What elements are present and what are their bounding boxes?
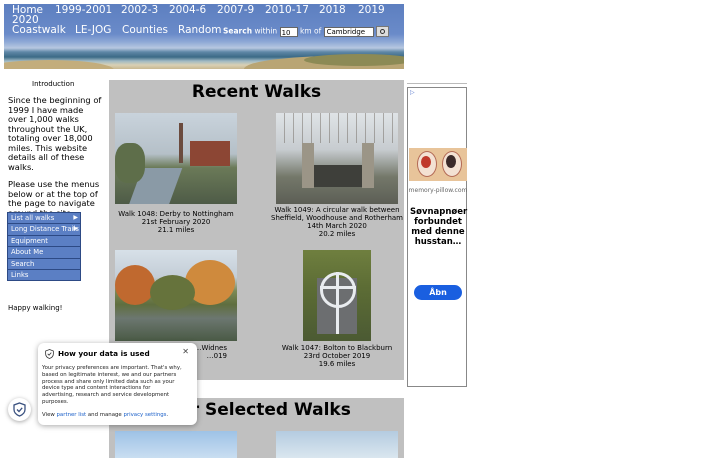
walk-1047-caption[interactable]: Walk 1047: Bolton to Blackburn 23rd Octo…: [271, 344, 403, 368]
privacy-popup: How your data is used ✕ Your privacy pre…: [38, 343, 197, 425]
ad-open-button[interactable]: Åbn: [414, 285, 462, 300]
search-go-button[interactable]: [376, 26, 390, 37]
km-of-label: km of: [299, 26, 322, 36]
happy-walking-text: Happy walking!: [8, 304, 63, 312]
dune-shape: [4, 60, 114, 69]
nav-1999-2001[interactable]: 1999-2001: [55, 4, 112, 16]
walk-miles: 19.6 miles: [318, 360, 356, 368]
intro-paragraph: Since the beginning of 1999 I have made …: [8, 95, 102, 172]
place-input[interactable]: Cambridge: [323, 26, 374, 37]
walk-date: 23rd October 2019: [303, 352, 371, 360]
walk-1049-caption[interactable]: Walk 1049: A circular walk between Sheff…: [271, 206, 403, 238]
search-label: Search: [223, 26, 253, 36]
nav-random[interactable]: Random: [178, 24, 221, 36]
menu-long-distance-trails[interactable]: Long Distance Trails ▶: [8, 224, 80, 236]
ad-headline[interactable]: Søvnapnøer forbundet med denne husstan…: [410, 207, 467, 247]
arrow-right-icon: ▶: [73, 225, 78, 233]
header-banner: Home 1999-2001 2002-3 2004-6 2007-9 2010…: [4, 4, 404, 69]
menu-label: Links: [11, 270, 29, 279]
nav-2007-9[interactable]: 2007-9: [217, 4, 254, 16]
other-walk-photo[interactable]: [276, 431, 398, 458]
ad-divider: [407, 83, 467, 84]
recent-walks-panel: Recent Walks Walk 1048: Derby to Notting…: [109, 80, 404, 380]
privacy-links: View partner list and manage privacy set…: [42, 412, 168, 418]
nav-le-jog[interactable]: LE-JOG: [75, 24, 111, 36]
close-icon[interactable]: ✕: [182, 347, 189, 356]
shield-icon: [13, 402, 26, 417]
menu-label: Equipment: [11, 236, 48, 245]
privacy-title: How your data is used: [58, 349, 150, 358]
nav-2018[interactable]: 2018: [319, 4, 346, 16]
nav-coastwalk[interactable]: Coastwalk: [12, 24, 66, 36]
shield-icon: [45, 349, 54, 359]
menu-label: Long Distance Trails: [11, 225, 79, 234]
radius-select[interactable]: 10: [279, 26, 298, 37]
walk-title: Walk 1047: Bolton to Blackburn: [281, 344, 393, 352]
menu-label: Search: [11, 259, 35, 268]
walk-1049-photo[interactable]: [276, 113, 398, 204]
intro-title: Introduction: [32, 80, 75, 88]
nav-2004-6[interactable]: 2004-6: [169, 4, 206, 16]
menu-label: List all walks: [11, 214, 55, 222]
menu-list-all-walks[interactable]: List all walks ▶: [8, 213, 80, 225]
walk-title: Walk 1048: Derby to Nottingham: [118, 210, 234, 218]
walk-1048-photo[interactable]: [115, 113, 237, 204]
walk-widnes-photo[interactable]: [115, 250, 237, 341]
walk-1047-photo[interactable]: [303, 250, 371, 341]
menu-search[interactable]: Search: [8, 259, 80, 270]
nav-counties[interactable]: Counties: [122, 24, 168, 36]
privacy-body: Your privacy preferences are important. …: [42, 365, 182, 405]
walk-date: 14th March 2020: [307, 222, 367, 230]
intro-text: Since the beginning of 1999 I have made …: [8, 95, 103, 226]
and-manage-label: and manage: [87, 412, 122, 418]
search-within-label: within: [254, 26, 278, 36]
walk-date: 21st February 2020: [141, 218, 211, 226]
menu-label: About Me: [11, 248, 44, 257]
search-bar: Search within 10 km of Cambridge: [223, 26, 390, 37]
view-label: View: [42, 412, 55, 418]
menu-links[interactable]: Links: [8, 270, 80, 280]
menu-about-me[interactable]: About Me: [8, 247, 80, 259]
ad-source: memory-pillow.com: [408, 187, 468, 194]
walk-title: Walk 1049: A circular walk between Sheff…: [271, 206, 403, 222]
recent-walks-title: Recent Walks: [191, 82, 322, 102]
arrow-right-icon: ▶: [73, 214, 78, 221]
grass-shape: [304, 54, 404, 66]
nav-2002-3[interactable]: 2002-3: [121, 4, 158, 16]
menu-equipment[interactable]: Equipment: [8, 236, 80, 248]
nav-2019[interactable]: 2019: [358, 4, 385, 16]
walk-1048-caption[interactable]: Walk 1048: Derby to Nottingham 21st Febr…: [115, 210, 237, 234]
walk-miles: 21.1 miles: [157, 226, 195, 234]
privacy-shield-button[interactable]: [8, 398, 31, 421]
ad-image[interactable]: [409, 148, 467, 181]
walk-miles: 20.2 miles: [318, 230, 356, 238]
period: .: [166, 412, 169, 418]
nav-2010-17[interactable]: 2010-17: [265, 4, 309, 16]
other-walk-photo[interactable]: [115, 431, 237, 458]
privacy-settings-link[interactable]: privacy settings: [123, 412, 166, 418]
advertisement[interactable]: ▷ memory-pillow.com Søvnapnøer forbundet…: [407, 87, 467, 387]
ad-choices-icon[interactable]: ▷: [410, 89, 415, 96]
side-menu: List all walks ▶ Long Distance Trails ▶ Eq…: [7, 212, 81, 282]
partner-list-link[interactable]: partner list: [57, 412, 87, 418]
